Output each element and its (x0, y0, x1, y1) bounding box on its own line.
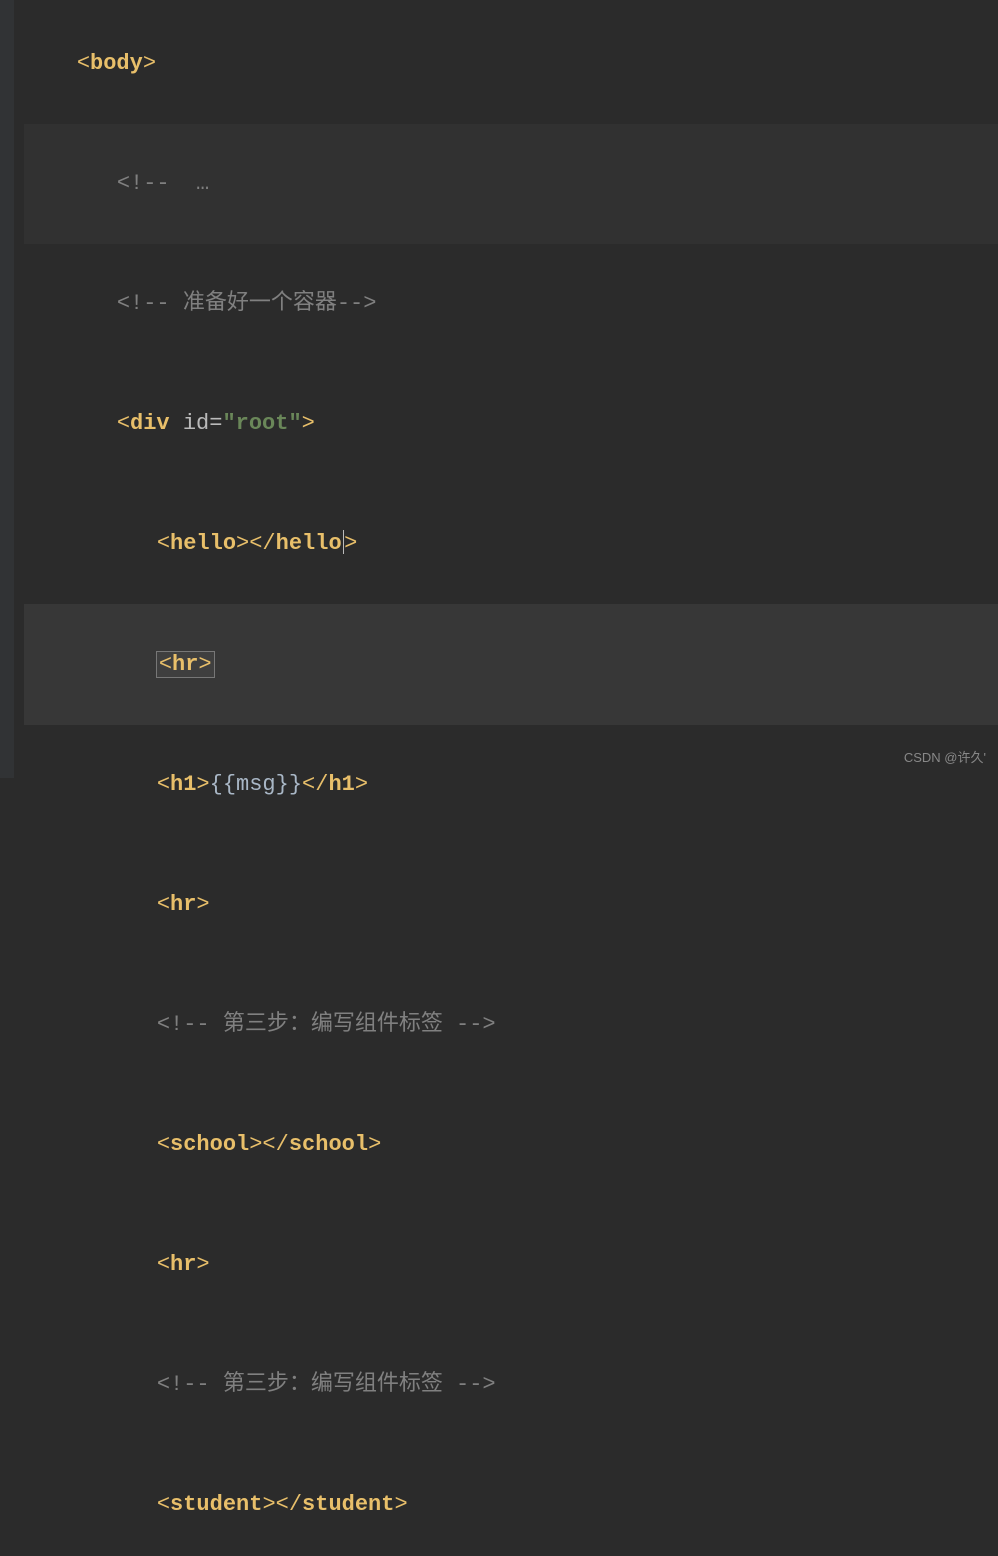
tag-hr: hr (172, 652, 198, 677)
code-editor[interactable]: <body> <!-- … <!-- 准备好一个容器--> <div id="r… (0, 0, 998, 1556)
code-line[interactable]: <student></student> (24, 1445, 998, 1556)
tag-student: student (170, 1492, 262, 1517)
comment: <!-- 第三步：编写组件标签 --> (157, 1012, 496, 1037)
code-line[interactable]: <hello></hello> (24, 484, 998, 604)
code-line[interactable]: <body> (24, 4, 998, 124)
tag-hello: hello (170, 531, 236, 556)
code-line[interactable]: <!-- … (24, 124, 998, 244)
tag-school: school (170, 1132, 249, 1157)
comment: <!-- 第三步：编写组件标签 --> (157, 1372, 496, 1397)
ellipsis: … (196, 171, 209, 196)
text-cursor (343, 530, 345, 554)
code-line[interactable]: <!-- 第三步：编写组件标签 --> (24, 1325, 998, 1445)
comment-collapsed: <!-- (117, 171, 170, 196)
code-line[interactable]: <hr> (24, 845, 998, 965)
mustache-msg: {{msg}} (210, 772, 302, 797)
tag-body: body (90, 51, 143, 76)
tag-hr: hr (170, 1252, 196, 1277)
tag-h1: h1 (170, 772, 196, 797)
comment: <!-- 准备好一个容器--> (117, 291, 377, 316)
code-line[interactable]: <h1>{{msg}}</h1> (24, 725, 998, 845)
selection-box: <hr> (157, 652, 214, 677)
code-line[interactable]: <!-- 第三步：编写组件标签 --> (24, 965, 998, 1085)
tag-div: div (130, 411, 170, 436)
watermark: CSDN @许久' (904, 746, 986, 770)
tag-hr: hr (170, 892, 196, 917)
code-line-highlighted[interactable]: <hr> (24, 604, 998, 724)
code-line[interactable]: <div id="root"> (24, 364, 998, 484)
code-line[interactable]: <school></school> (24, 1085, 998, 1205)
attr-id: id (183, 411, 209, 436)
code-line[interactable]: <hr> (24, 1205, 998, 1325)
attr-value-root: "root" (222, 411, 301, 436)
code-line[interactable]: <!-- 准备好一个容器--> (24, 244, 998, 364)
